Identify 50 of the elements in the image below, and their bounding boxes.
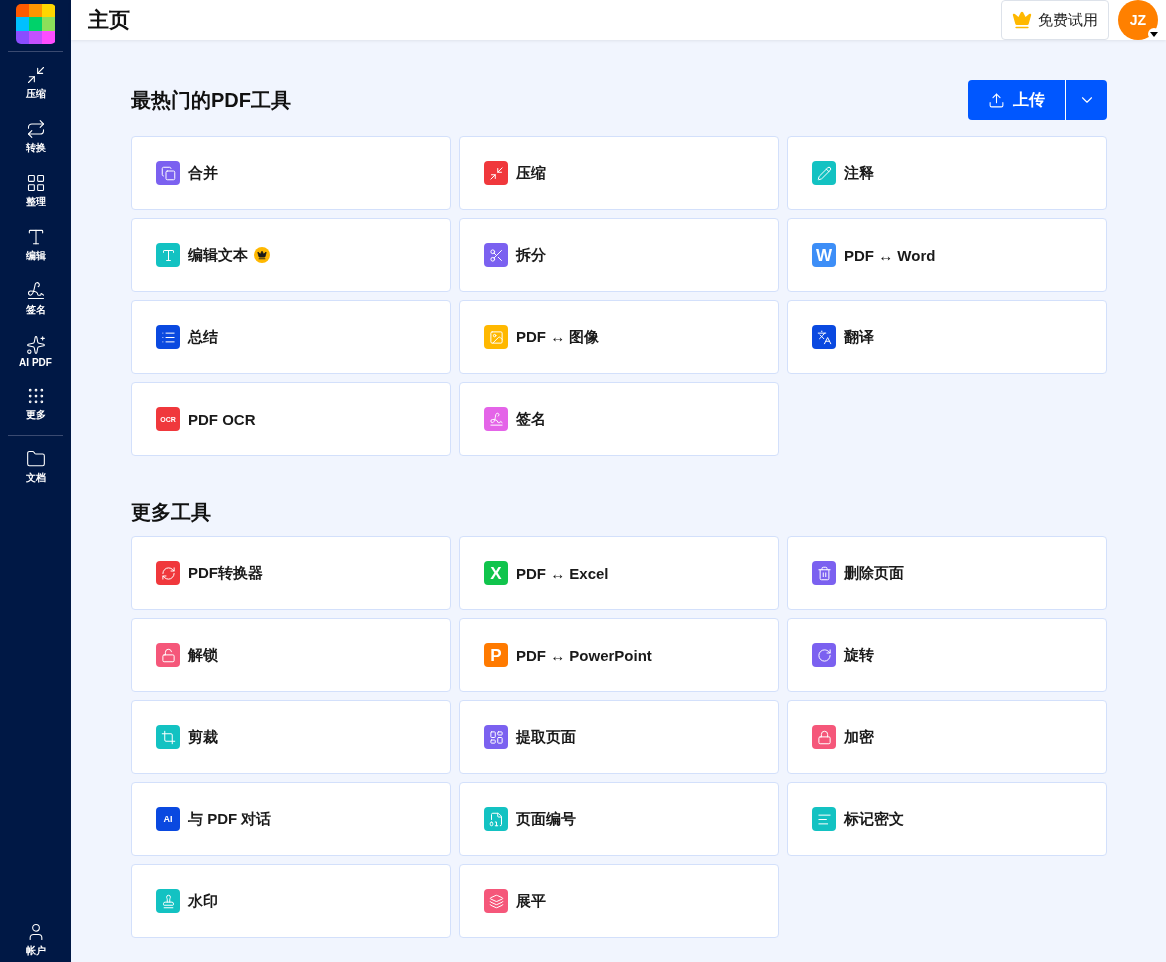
letter-icon: X xyxy=(484,561,508,585)
tool-card[interactable]: X PDF ↔ Excel xyxy=(459,536,779,610)
tool-card[interactable]: 剪裁 xyxy=(131,700,451,774)
app-logo[interactable] xyxy=(15,4,56,44)
tool-card[interactable]: 删除页面 xyxy=(787,536,1107,610)
tool-card[interactable]: 签名 xyxy=(459,382,779,456)
tool-card[interactable]: 注释 xyxy=(787,136,1107,210)
compress-icon xyxy=(25,65,46,85)
sidebar-item[interactable]: 签名 xyxy=(0,268,71,322)
tool-card[interactable]: 页面编号 xyxy=(459,782,779,856)
signature-icon xyxy=(25,281,46,301)
tool-card[interactable]: 总结 xyxy=(131,300,451,374)
convert-icon xyxy=(25,119,46,139)
tool-card[interactable]: 解锁 xyxy=(131,618,451,692)
free-trial-button[interactable]: 免费试用 xyxy=(1001,0,1109,40)
folder-icon xyxy=(25,449,46,469)
sidebar-item[interactable]: 压缩 xyxy=(0,52,71,106)
tool-card[interactable]: PDF转换器 xyxy=(131,536,451,610)
section-title: 更多工具 xyxy=(131,499,211,525)
sidebar-item[interactable]: 帐户 xyxy=(0,909,71,962)
page-title: 主页 xyxy=(88,7,131,33)
tool-card[interactable]: 拆分 xyxy=(459,218,779,292)
sidebar-item[interactable]: AI PDF xyxy=(0,322,71,373)
tool-card[interactable]: 标记密文 xyxy=(787,782,1107,856)
tool-card[interactable]: 压缩 xyxy=(459,136,779,210)
tool-card[interactable]: P PDF ↔ PowerPoint xyxy=(459,618,779,692)
sidebar-item[interactable]: 编辑 xyxy=(0,214,71,268)
tool-card[interactable]: 旋转 xyxy=(787,618,1107,692)
sidebar-item[interactable]: 转换 xyxy=(0,106,71,160)
section-title: 最热门的PDF工具 xyxy=(131,87,291,113)
sidebar-item[interactable]: 更多 xyxy=(0,373,71,427)
tool-card[interactable]: 加密 xyxy=(787,700,1107,774)
sparkles-icon xyxy=(25,335,46,355)
tool-card[interactable]: AI 与 PDF 对话 xyxy=(131,782,451,856)
sidebar-item[interactable]: 整理 xyxy=(0,160,71,214)
chat-ai-icon: AI xyxy=(156,807,180,831)
tool-card[interactable]: 提取页面 xyxy=(459,700,779,774)
grid-icon xyxy=(25,173,46,193)
tool-card[interactable]: PDF ↔ 图像 xyxy=(459,300,779,374)
letter-icon: W xyxy=(812,243,836,267)
sidebar-item[interactable]: 文档 xyxy=(0,436,71,490)
upload-icon xyxy=(988,91,1005,109)
tool-card[interactable]: 编辑文本 xyxy=(131,218,451,292)
tool-card[interactable]: 翻译 xyxy=(787,300,1107,374)
tool-card[interactable]: 展平 xyxy=(459,864,779,938)
crown-icon xyxy=(1012,10,1032,30)
letter-icon: P xyxy=(484,643,508,667)
tool-card[interactable]: 合并 xyxy=(131,136,451,210)
tool-card[interactable]: W PDF ↔ Word xyxy=(787,218,1107,292)
tool-card[interactable]: 水印 xyxy=(131,864,451,938)
